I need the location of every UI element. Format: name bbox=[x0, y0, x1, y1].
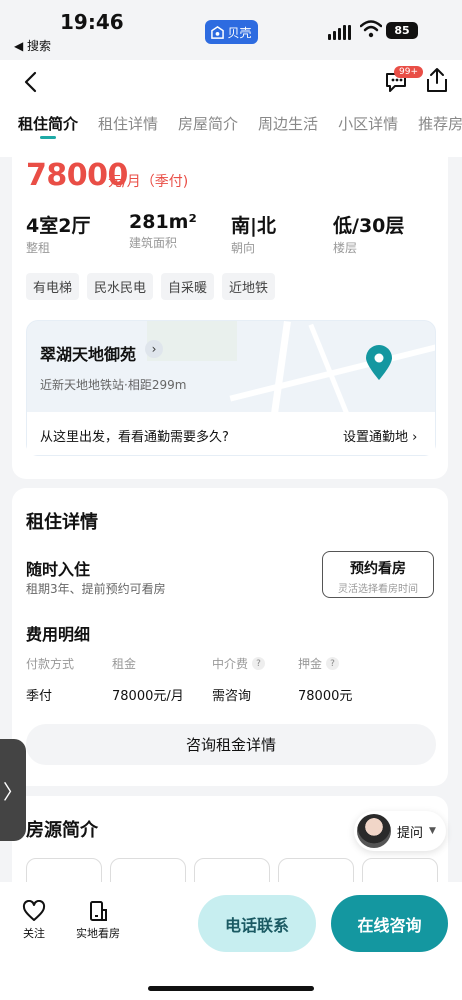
fee-header: 付款方式 bbox=[26, 657, 75, 671]
fee-header: 中介费 bbox=[212, 657, 249, 671]
spec-label: 楼层 bbox=[333, 241, 358, 255]
rent-details-title: 租住详情 bbox=[26, 512, 98, 533]
spec-label: 整租 bbox=[26, 241, 51, 255]
tab-rent-details[interactable]: 租住详情 bbox=[98, 113, 158, 134]
battery-icon: 85 bbox=[386, 22, 418, 39]
message-count-badge: 99+ bbox=[394, 66, 423, 78]
home-indicator bbox=[148, 986, 314, 991]
tab-recommend[interactable]: 推荐房 bbox=[418, 113, 462, 134]
spec-orientation: 南|北 朝向 bbox=[231, 211, 276, 256]
heart-icon bbox=[22, 899, 46, 921]
book-viewing-label: 预约看房 bbox=[350, 561, 406, 577]
tab-community[interactable]: 小区详情 bbox=[338, 113, 398, 134]
tab-surroundings[interactable]: 周边生活 bbox=[258, 113, 318, 134]
side-expand-tab[interactable]: 〉 bbox=[0, 739, 26, 841]
tab-house-intro[interactable]: 房屋简介 bbox=[178, 113, 238, 134]
spec-area: 281m² 建筑面积 bbox=[129, 211, 197, 251]
tag-metro: 近地铁 bbox=[222, 273, 276, 300]
fee-value: 78000元 bbox=[298, 689, 353, 704]
tag-elevator: 有电梯 bbox=[26, 273, 80, 300]
fee-value: 78000元/月 bbox=[112, 689, 184, 704]
fee-header-agency: 中介费? bbox=[212, 655, 266, 672]
fee-value: 季付 bbox=[26, 689, 53, 704]
follow-button[interactable]: 关注 bbox=[22, 899, 46, 941]
help-icon[interactable]: ? bbox=[326, 657, 340, 670]
consult-rent-button[interactable]: 咨询租金详情 bbox=[26, 724, 436, 765]
spec-value: 4室2厅 bbox=[26, 215, 91, 237]
shell-logo-icon bbox=[211, 25, 225, 39]
wifi-icon bbox=[360, 20, 382, 38]
onsite-label: 实地看房 bbox=[76, 927, 120, 940]
map-pin-icon bbox=[366, 345, 392, 380]
fee-header: 押金 bbox=[298, 657, 323, 671]
spec-value: 281m² bbox=[129, 211, 197, 233]
feature-tags: 有电梯 民水民电 自采暖 近地铁 bbox=[26, 273, 276, 300]
set-commute-link[interactable]: 设置通勤地 › bbox=[343, 426, 417, 445]
phone-contact-button[interactable]: 电话联系 bbox=[198, 895, 316, 952]
share-icon[interactable] bbox=[424, 66, 450, 94]
chevron-right-icon: 〉 bbox=[3, 779, 23, 804]
book-viewing-button[interactable]: 预约看房 灵活选择看房时间 bbox=[322, 551, 434, 598]
spec-label: 建筑面积 bbox=[129, 236, 178, 250]
spec-floor: 低/30层 楼层 bbox=[333, 211, 404, 256]
caret-down-icon: ▼ bbox=[429, 826, 436, 836]
spec-layout: 4室2厅 整租 bbox=[26, 211, 90, 256]
chevron-right-icon[interactable]: › bbox=[145, 340, 163, 358]
onsite-viewing-button[interactable]: 实地看房 bbox=[76, 900, 120, 941]
app-badge: 贝壳 bbox=[205, 20, 258, 44]
fee-value: 需咨询 bbox=[212, 689, 252, 704]
ask-label: 提问 bbox=[397, 825, 424, 841]
fee-header: 租金 bbox=[112, 657, 137, 671]
follow-label: 关注 bbox=[23, 927, 45, 940]
agent-avatar bbox=[357, 814, 391, 848]
tag-utilities: 民水民电 bbox=[87, 273, 154, 300]
status-time: 19:46 bbox=[60, 10, 124, 34]
metro-distance: 近新天地地铁站·相距299m bbox=[40, 378, 187, 392]
community-name[interactable]: 翠湖天地御苑 bbox=[40, 341, 136, 365]
tag-heating: 自采暖 bbox=[161, 273, 215, 300]
active-tab-indicator bbox=[40, 136, 56, 139]
commute-question: 从这里出发，看看通勤需要多久? bbox=[40, 430, 229, 445]
spec-label: 朝向 bbox=[231, 241, 256, 255]
signal-icon bbox=[328, 25, 351, 40]
section-tabs: 租住简介 租住详情 房屋简介 周边生活 小区详情 推荐房 bbox=[18, 113, 462, 134]
back-arrow-icon[interactable] bbox=[20, 70, 44, 94]
chevron-right-icon: › bbox=[412, 430, 418, 445]
app-badge-label: 贝壳 bbox=[227, 25, 252, 40]
back-to-search-link[interactable]: ◀ 搜索 bbox=[14, 37, 51, 54]
tab-rent-intro[interactable]: 租住简介 bbox=[18, 113, 78, 134]
price-unit: 元/月（季付) bbox=[108, 174, 189, 190]
fee-header-deposit: 押金? bbox=[298, 655, 340, 672]
online-consult-button[interactable]: 在线咨询 bbox=[331, 895, 448, 952]
spec-value: 低/30层 bbox=[333, 215, 405, 237]
listing-intro-title: 房源简介 bbox=[26, 820, 98, 841]
book-viewing-sublabel: 灵活选择看房时间 bbox=[338, 584, 418, 595]
set-commute-label: 设置通勤地 bbox=[343, 430, 409, 445]
help-icon[interactable]: ? bbox=[252, 657, 266, 670]
fee-details-title: 费用明细 bbox=[26, 625, 91, 644]
spec-value: 南|北 bbox=[231, 215, 276, 237]
ask-question-button[interactable]: 提问 ▼ bbox=[354, 811, 446, 851]
move-in-status: 随时入住 bbox=[26, 560, 91, 579]
building-icon bbox=[90, 901, 107, 921]
lease-terms: 租期3年、提前预约可看房 bbox=[26, 582, 166, 596]
